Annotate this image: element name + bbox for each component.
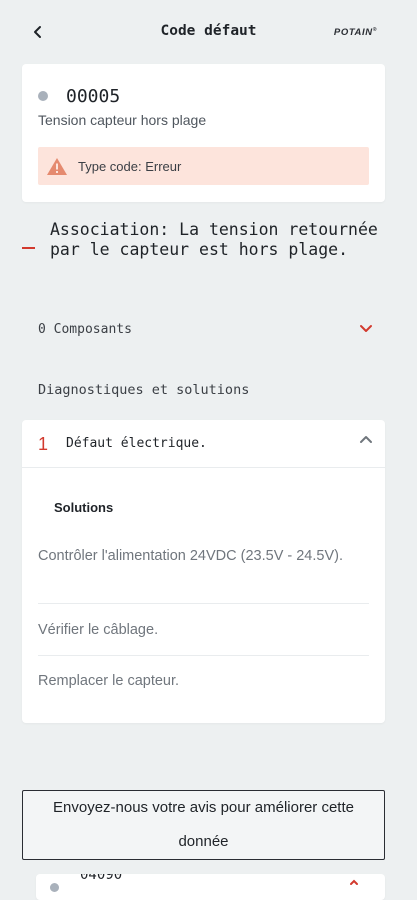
chevron-down-icon [350, 879, 358, 885]
solution-item: Vérifier le câblage. [38, 622, 159, 638]
association-text: Association: La tension retournée par le… [50, 220, 378, 259]
solutions-title: Solutions [54, 500, 114, 515]
fault-code-card: 00005 Tension capteur hors plage Type co… [22, 64, 385, 202]
status-dot [50, 883, 59, 892]
next-fault-code-number: 04090 [80, 874, 123, 883]
diagnostic-header[interactable]: 1 Défaut électrique. [22, 420, 385, 468]
solution-item: Contrôler l'alimentation 24VDC (23.5V - … [38, 548, 343, 564]
chevron-up-icon [360, 436, 372, 443]
feedback-label: Envoyez-nous votre avis pour améliorer c… [53, 799, 354, 850]
fault-code-number: 00005 [66, 86, 121, 107]
divider [38, 655, 369, 656]
code-type-banner: Type code: Erreur [38, 147, 369, 185]
diagnostic-number: 1 [38, 434, 49, 454]
diagnostic-card: 1 Défaut électrique. Solutions Contrôler… [22, 420, 385, 723]
divider [38, 603, 369, 604]
diagnostic-name: Défaut électrique. [66, 436, 207, 451]
brand-logo: POTAIN® [333, 27, 377, 39]
components-label: 0 Composants [38, 322, 132, 337]
solution-item: Remplacer le capteur. [38, 673, 180, 689]
app-header: Code défaut POTAIN® [0, 0, 417, 64]
code-type-label: Type code: Erreur [78, 158, 182, 174]
feedback-button[interactable]: Envoyez-nous votre avis pour améliorer c… [22, 790, 385, 860]
association-dash [22, 247, 35, 249]
status-dot [38, 91, 48, 101]
next-fault-code-card[interactable]: 04090 [36, 874, 385, 900]
fault-code-label: Tension capteur hors plage [38, 112, 207, 128]
diagnostics-title: Diagnostiques et solutions [38, 382, 250, 398]
components-toggle[interactable]: 0 Composants [22, 312, 385, 350]
chevron-down-icon [360, 325, 372, 332]
warning-icon [47, 157, 67, 175]
